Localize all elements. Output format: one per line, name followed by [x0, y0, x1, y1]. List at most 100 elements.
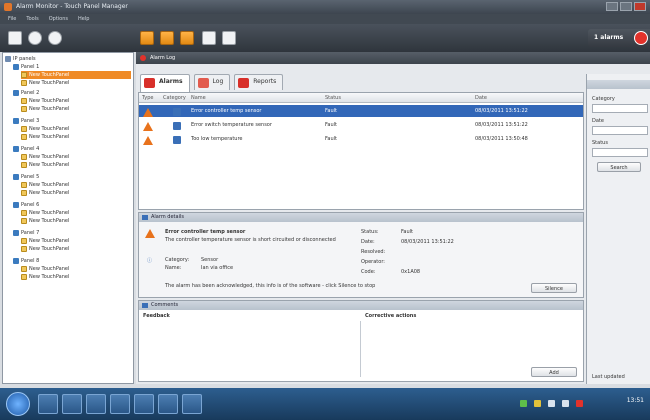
panel-icon [21, 190, 27, 196]
search-button[interactable]: Search [597, 162, 641, 172]
tree-root[interactable]: IP panels [5, 55, 36, 63]
export-folder-icon[interactable] [180, 31, 194, 45]
window-taskbar-icon[interactable] [158, 394, 178, 414]
exit-icon[interactable] [222, 31, 236, 45]
tree-item[interactable]: New TouchPanel [21, 273, 69, 281]
filter-status-input[interactable] [592, 148, 648, 157]
panel-tree[interactable]: IP panels Panel 1 New TouchPanel New Tou… [2, 52, 134, 384]
cell-date: 08/03/2011 13:51:22 [475, 108, 528, 114]
tab-label: Alarms [159, 78, 183, 85]
panel-icon [21, 134, 27, 140]
tree-group[interactable]: Panel 7 [13, 229, 39, 237]
tree-item[interactable]: New TouchPanel [21, 79, 69, 87]
tree-group[interactable]: Panel 1 [13, 63, 39, 71]
tab-label: Reports [253, 78, 277, 85]
tree-item[interactable]: New TouchPanel [21, 265, 69, 273]
toolbar: 1 alarms [0, 24, 650, 52]
ie-icon[interactable] [38, 394, 58, 414]
tray-alert-icon[interactable] [576, 400, 583, 407]
menu-file[interactable]: File [8, 16, 16, 22]
app-taskbar-icon[interactable] [110, 394, 130, 414]
tree-item[interactable]: New TouchPanel [21, 237, 69, 245]
alarm-count-badge[interactable]: 1 alarms [588, 29, 650, 47]
settings-icon[interactable] [28, 31, 42, 45]
tree-group[interactable]: Panel 2 [13, 89, 39, 97]
add-comment-button[interactable]: Add [531, 367, 577, 377]
explorer-icon[interactable] [62, 394, 82, 414]
filter-category-input[interactable] [592, 104, 648, 113]
tab-log[interactable]: Log [193, 74, 231, 90]
column-status[interactable]: Status [325, 95, 341, 101]
tree-item[interactable]: New TouchPanel [21, 217, 69, 225]
tree-item[interactable]: New TouchPanel [21, 133, 69, 141]
tab-label: Log [212, 78, 224, 85]
table-row[interactable]: Error switch temperature sensor Fault 08… [139, 119, 583, 131]
column-date[interactable]: Date [475, 95, 487, 101]
tree-item-label: New TouchPanel [29, 266, 70, 272]
tray-volume-icon[interactable] [562, 400, 569, 407]
column-name[interactable]: Name [191, 95, 206, 101]
maximize-button[interactable] [620, 2, 632, 11]
filter-category-label: Category [592, 96, 615, 102]
silence-button[interactable]: Silence [531, 283, 577, 293]
feedback-textarea[interactable] [139, 321, 361, 377]
tree-item[interactable]: New TouchPanel [21, 189, 69, 197]
menu-tools[interactable]: Tools [26, 16, 38, 22]
folder-icon[interactable] [140, 31, 154, 45]
tree-group-label: Panel 4 [21, 146, 40, 152]
tree-item[interactable]: New TouchPanel [21, 161, 69, 169]
cell-date: 08/03/2011 13:51:22 [475, 122, 528, 128]
alarm-table[interactable]: Type Category Name Status Date Error con… [138, 92, 584, 210]
window-taskbar-icon[interactable] [134, 394, 154, 414]
tray-status-icon[interactable] [520, 400, 527, 407]
tree-group[interactable]: Panel 8 [13, 257, 39, 265]
tree-item[interactable]: New TouchPanel [21, 153, 69, 161]
alarm-indicator-icon [634, 31, 648, 45]
tree-group[interactable]: Panel 5 [13, 173, 39, 181]
cell-name: Error switch temperature sensor [191, 122, 272, 128]
column-category[interactable]: Category [163, 95, 186, 101]
comments-header: Comments [139, 301, 583, 310]
tree-item[interactable]: New TouchPanel [21, 209, 69, 217]
corrective-label: Corrective actions [365, 313, 417, 319]
menu-help[interactable]: Help [78, 16, 89, 22]
tree-item[interactable]: New TouchPanel [21, 181, 69, 189]
cell-status: Fault [325, 108, 337, 114]
tree-item[interactable]: New TouchPanel [21, 125, 69, 133]
tree-group[interactable]: Panel 6 [13, 201, 39, 209]
group-icon [13, 64, 19, 70]
tree-group-label: Panel 8 [21, 258, 40, 264]
panel-icon [21, 126, 27, 132]
tab-reports[interactable]: Reports [234, 74, 284, 90]
table-row[interactable]: Too low temperature Fault 08/03/2011 13:… [139, 133, 583, 145]
column-type[interactable]: Type [142, 95, 153, 101]
tree-item[interactable]: New TouchPanel [21, 105, 69, 113]
minimize-button[interactable] [606, 2, 618, 11]
start-button[interactable] [6, 392, 30, 416]
trash-icon[interactable] [202, 31, 216, 45]
open-folder-icon[interactable] [160, 31, 174, 45]
tree-group[interactable]: Panel 4 [13, 145, 39, 153]
app-icon [4, 3, 12, 11]
tree-item[interactable]: New TouchPanel [21, 71, 131, 79]
media-icon[interactable] [86, 394, 106, 414]
tray-network-icon[interactable] [548, 400, 555, 407]
taskbar-clock[interactable]: 13:51 [627, 397, 644, 404]
code-label: Code: [361, 269, 376, 275]
menu-options[interactable]: Options [49, 16, 68, 22]
monitor-icon[interactable] [8, 31, 22, 45]
tray-warning-icon[interactable] [534, 400, 541, 407]
tab-alarms[interactable]: Alarms [140, 74, 190, 92]
window-taskbar-icon[interactable] [182, 394, 202, 414]
filter-date-input[interactable] [592, 126, 648, 135]
group-icon [13, 258, 19, 264]
tree-item-label: New TouchPanel [29, 218, 70, 224]
tree-item-label: New TouchPanel [29, 162, 70, 168]
filter-panel: Category Date Status Search Last updated [586, 74, 650, 384]
refresh-icon[interactable] [48, 31, 62, 45]
tree-group[interactable]: Panel 3 [13, 117, 39, 125]
close-button[interactable] [634, 2, 646, 11]
table-row[interactable]: Error controller temp sensor Fault 08/03… [139, 105, 583, 117]
tree-item[interactable]: New TouchPanel [21, 97, 69, 105]
tree-item[interactable]: New TouchPanel [21, 245, 69, 253]
